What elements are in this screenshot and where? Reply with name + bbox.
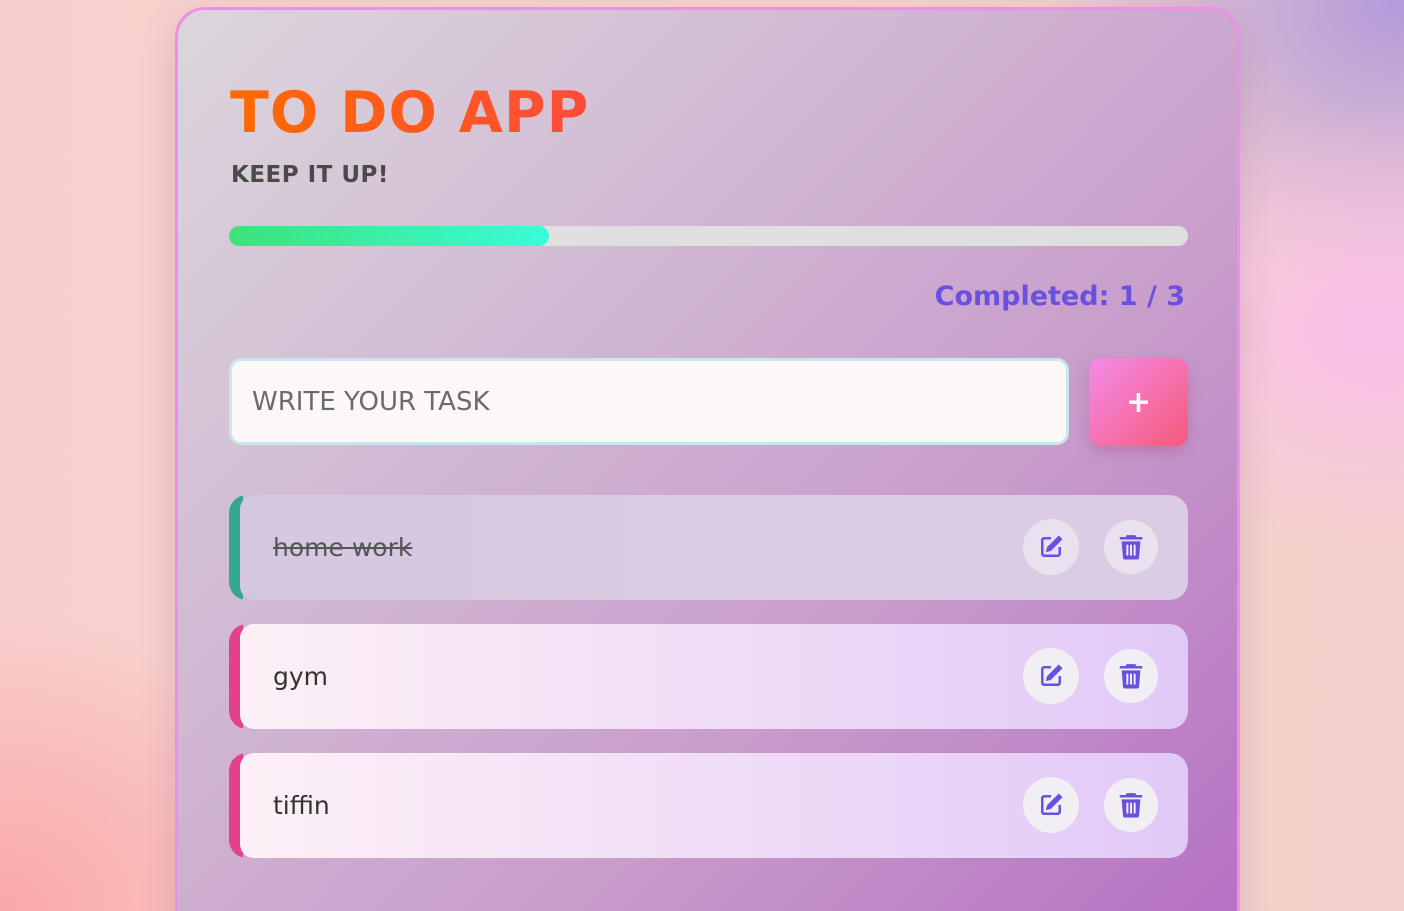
delete-task-button[interactable] [1104, 778, 1158, 832]
edit-icon [1041, 535, 1063, 557]
trash-icon [1119, 535, 1143, 560]
edit-task-button[interactable] [1023, 777, 1079, 833]
task-text[interactable]: gym [273, 662, 328, 691]
progress-bar [229, 226, 1188, 246]
trash-icon [1119, 664, 1143, 689]
delete-task-button[interactable] [1104, 649, 1158, 703]
add-task-button[interactable]: + [1089, 358, 1188, 446]
task-text[interactable]: home work [273, 533, 412, 562]
edit-task-button[interactable] [1023, 519, 1079, 575]
todo-card: TO DO APP KEEP IT UP! Completed: 1 / 3 +… [175, 7, 1240, 911]
task-item: home work [229, 495, 1188, 600]
edit-icon [1041, 664, 1063, 686]
edit-icon [1041, 793, 1063, 815]
edit-task-button[interactable] [1023, 648, 1079, 704]
task-text[interactable]: tiffin [273, 791, 330, 820]
app-subtitle: KEEP IT UP! [231, 162, 389, 188]
task-item: gym [229, 624, 1188, 729]
trash-icon [1119, 793, 1143, 818]
progress-fill [229, 226, 549, 246]
completed-count: Completed: 1 / 3 [934, 281, 1185, 312]
task-input[interactable] [229, 358, 1069, 445]
task-item: tiffin [229, 753, 1188, 858]
delete-task-button[interactable] [1104, 520, 1158, 574]
app-title: TO DO APP [230, 80, 590, 146]
